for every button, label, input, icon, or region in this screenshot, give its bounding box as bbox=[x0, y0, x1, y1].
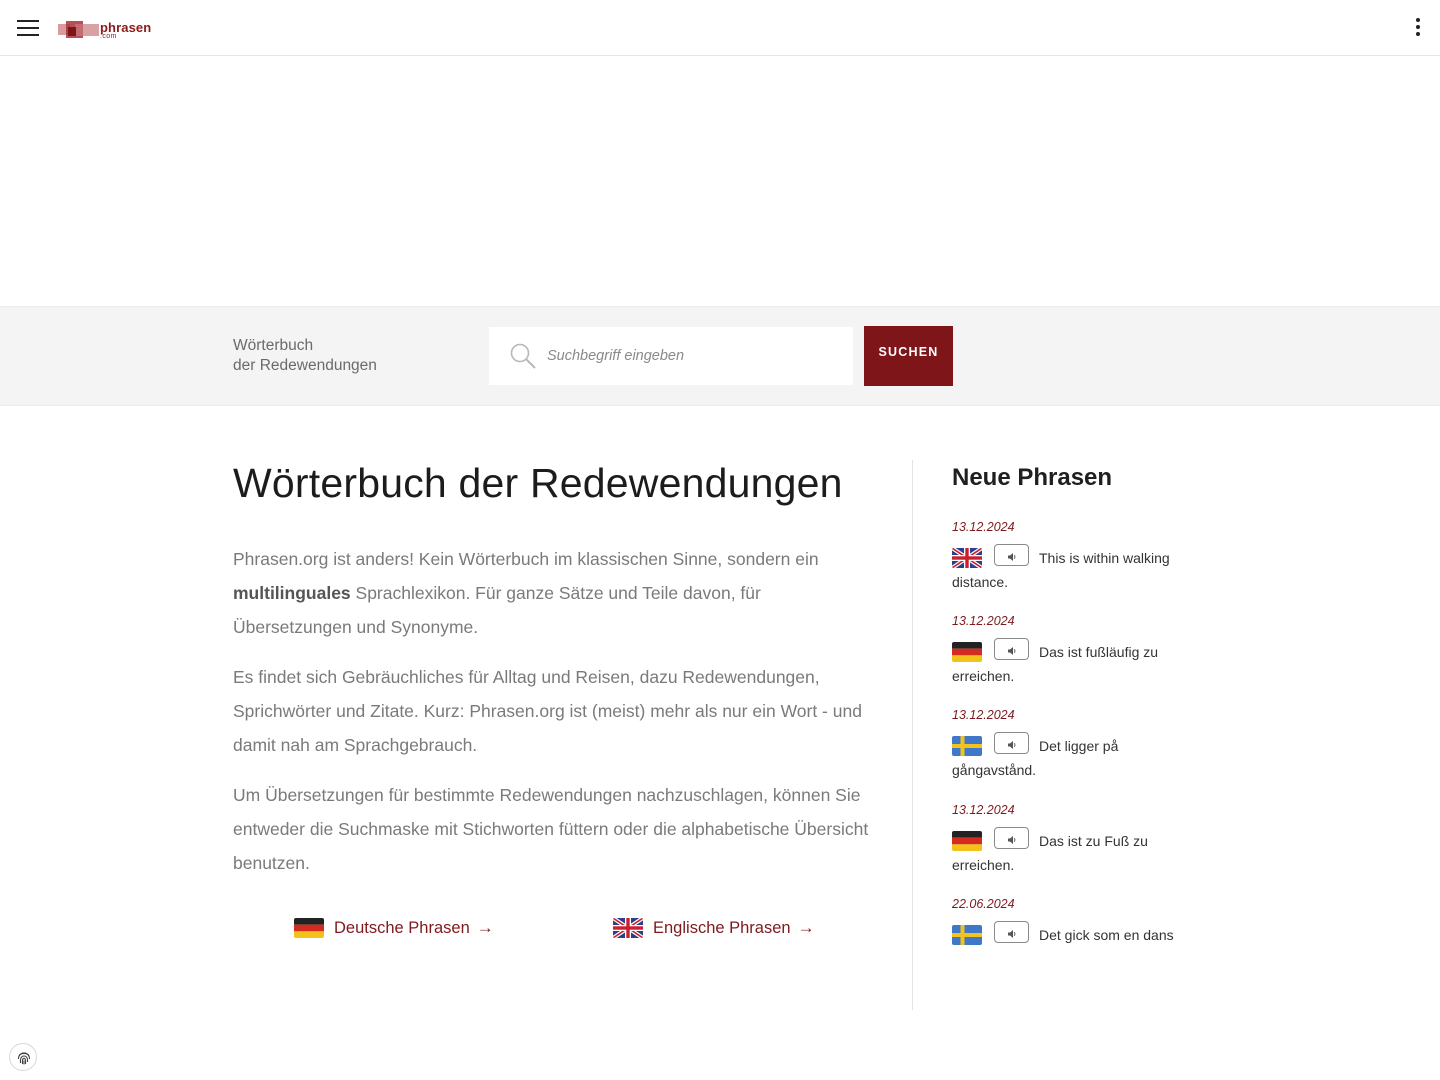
entry-row: Das ist zu Fuß zu erreichen. bbox=[952, 827, 1192, 877]
german-flag-icon bbox=[952, 642, 982, 662]
entry-date: 13.12.2024 bbox=[952, 614, 1015, 628]
audio-play-button[interactable] bbox=[994, 544, 1029, 567]
swedish-flag-icon bbox=[952, 925, 982, 945]
search-band: Wörterbuch der Redewendungen SUCHEN bbox=[0, 306, 1440, 406]
entry-row: Das ist fußläufig zu erreichen. bbox=[952, 638, 1192, 688]
phrase-link[interactable]: Das ist fußläufig zu erreichen. bbox=[952, 644, 1158, 684]
kebab-dot bbox=[1416, 18, 1420, 22]
phrase-entry: 13.12.2024 Das ist zu Fuß zu erreichen. bbox=[952, 803, 1192, 877]
phrase-link[interactable]: This is within walking distance. bbox=[952, 550, 1170, 590]
link-german-phrases[interactable]: Deutsche Phrasen → bbox=[294, 918, 494, 938]
speaker-icon bbox=[1007, 553, 1015, 562]
band-label-line2: der Redewendungen bbox=[233, 356, 377, 374]
band-label-line1: Wörterbuch bbox=[233, 337, 314, 354]
arrow-right-icon: → bbox=[797, 918, 815, 937]
intro-paragraph-1: Phrasen.org ist anders! Kein Wörterbuch … bbox=[233, 542, 873, 644]
entry-date: 13.12.2024 bbox=[952, 520, 1015, 534]
hamburger-icon[interactable] bbox=[17, 19, 39, 37]
entry-row: This is within walking distance. bbox=[952, 544, 1192, 594]
hamburger-line bbox=[17, 27, 39, 29]
swedish-flag-icon bbox=[952, 736, 982, 756]
link-german-label: Deutsche Phrasen bbox=[334, 918, 470, 937]
audio-play-button[interactable] bbox=[994, 638, 1029, 661]
site-logo[interactable]: phrasen .com bbox=[57, 17, 151, 43]
speaker-icon bbox=[1007, 930, 1015, 939]
audio-play-button[interactable] bbox=[994, 732, 1029, 755]
p1-bold-text: multilinguales bbox=[233, 583, 351, 603]
search-button[interactable]: SUCHEN bbox=[864, 326, 953, 386]
fingerprint-icon bbox=[17, 1052, 31, 1065]
hamburger-line bbox=[17, 34, 39, 36]
link-english-phrases[interactable]: Englische Phrasen → bbox=[613, 918, 815, 938]
search-band-label: Wörterbuch der Redewendungen bbox=[233, 336, 377, 375]
hamburger-line bbox=[17, 20, 39, 22]
speaker-icon bbox=[1007, 647, 1015, 656]
column-divider bbox=[912, 460, 913, 1010]
arrow-right-icon: → bbox=[476, 918, 494, 937]
german-flag-icon bbox=[952, 831, 982, 851]
page-title: Wörterbuch der Redewendungen bbox=[233, 460, 843, 506]
uk-flag-icon bbox=[613, 918, 643, 938]
p1-text-a: Phrasen.org ist anders! Kein Wörterbuch … bbox=[233, 549, 819, 569]
search-box bbox=[489, 327, 853, 385]
intro-paragraph-2: Es findet sich Gebräuchliches für Alltag… bbox=[233, 667, 862, 755]
entry-date: 13.12.2024 bbox=[952, 803, 1015, 817]
speaker-icon bbox=[1007, 836, 1015, 845]
phrase-entry: 13.12.2024 This is within walking distan… bbox=[952, 520, 1192, 594]
sidebar-title: Neue Phrasen bbox=[952, 464, 1113, 491]
entry-row: Det gick som en dans bbox=[952, 921, 1192, 947]
entry-date: 13.12.2024 bbox=[952, 708, 1015, 722]
kebab-dot bbox=[1416, 25, 1420, 29]
link-english-label: Englische Phrasen bbox=[653, 918, 791, 937]
phrase-entry: 22.06.2024 Det gick som en dans bbox=[952, 897, 1192, 947]
search-icon bbox=[510, 343, 536, 369]
phrase-entry: 13.12.2024 Det ligger på gångavstånd. bbox=[952, 708, 1192, 782]
intro-paragraph-3: Um Übersetzungen für bestimmte Redewendu… bbox=[233, 785, 869, 873]
speaker-icon bbox=[1007, 741, 1015, 750]
audio-play-button[interactable] bbox=[994, 827, 1029, 850]
entry-row: Det ligger på gångavstånd. bbox=[952, 732, 1192, 782]
kebab-menu-icon[interactable] bbox=[1413, 17, 1423, 39]
phrase-link[interactable]: Det gick som en dans bbox=[1039, 927, 1174, 943]
entry-date: 22.06.2024 bbox=[952, 897, 1015, 911]
german-flag-icon bbox=[294, 918, 324, 938]
logo-suffix: .com bbox=[100, 33, 117, 40]
search-input[interactable] bbox=[547, 327, 843, 385]
phrase-entry: 13.12.2024 Das ist fußläufig zu erreiche… bbox=[952, 614, 1192, 688]
uk-flag-icon bbox=[952, 548, 982, 568]
audio-play-button[interactable] bbox=[994, 921, 1029, 944]
kebab-dot bbox=[1416, 32, 1420, 36]
logo-mark bbox=[58, 21, 99, 38]
privacy-settings-button[interactable] bbox=[9, 1043, 37, 1071]
top-bar: phrasen .com bbox=[0, 0, 1440, 56]
